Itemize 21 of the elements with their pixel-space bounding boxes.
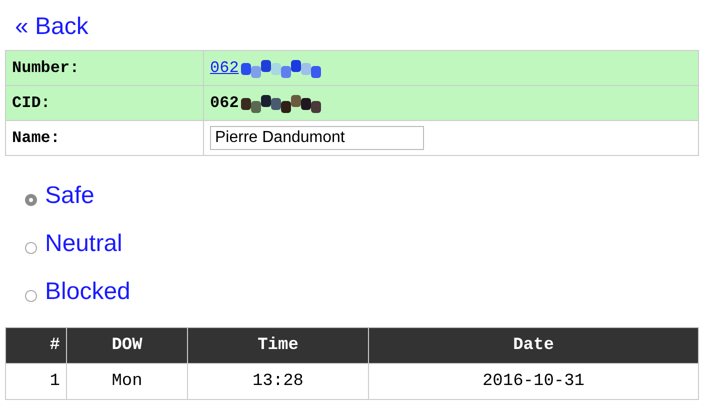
field-label: Name: <box>6 120 204 156</box>
column-header: DOW <box>66 328 188 364</box>
name-field[interactable]: Pierre Dandumont <box>210 126 424 150</box>
field-label: CID: <box>6 86 204 120</box>
column-header: Date <box>368 328 698 364</box>
column-header: Time <box>188 328 368 364</box>
column-header: # <box>6 328 66 364</box>
cid-value: 062 <box>210 94 239 112</box>
back-link[interactable]: « Back <box>15 10 88 44</box>
option-label[interactable]: Blocked <box>45 278 130 306</box>
table-cell: Mon <box>66 364 188 400</box>
number-link[interactable]: 062 <box>210 59 239 77</box>
option-label[interactable]: Neutral <box>45 230 122 258</box>
radio-button[interactable] <box>25 290 37 302</box>
option-label[interactable]: Safe <box>45 182 94 210</box>
field-label: Number: <box>6 50 204 86</box>
table-cell: 13:28 <box>188 364 368 400</box>
table-cell: 2016-10-31 <box>368 364 698 400</box>
radio-button[interactable] <box>25 194 37 206</box>
table-cell: 1 <box>6 364 66 400</box>
radio-button[interactable] <box>25 242 37 254</box>
